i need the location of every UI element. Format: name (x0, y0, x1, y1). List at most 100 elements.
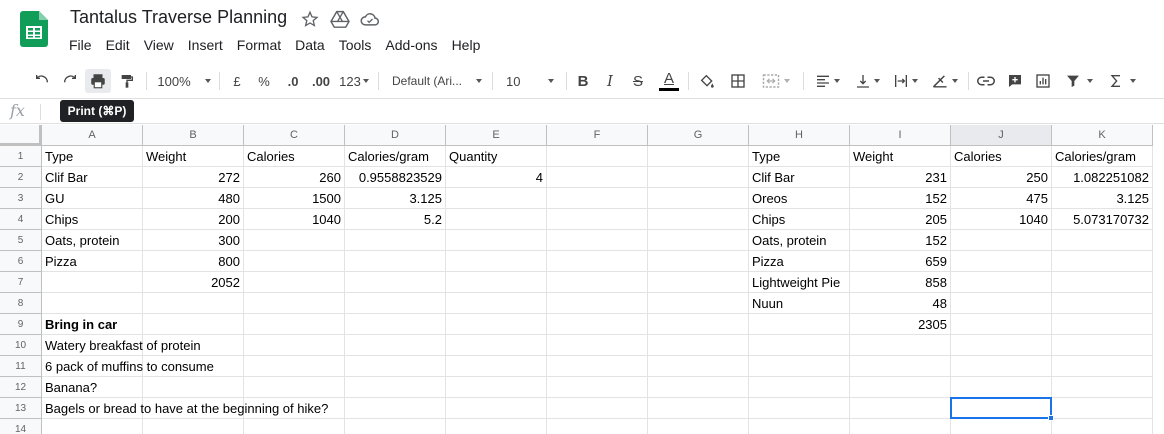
cell-c3[interactable]: 1500 (244, 188, 345, 209)
cell-a11[interactable]: 6 pack of muffins to consume (42, 356, 214, 377)
cell-i4[interactable]: 205 (850, 209, 951, 230)
cell-a14[interactable] (42, 419, 143, 434)
cell-a13[interactable]: Bagels or bread to have at the beginning… (42, 398, 328, 419)
cell-a8[interactable] (42, 293, 143, 314)
cell-f2[interactable] (547, 167, 648, 188)
redo-button[interactable] (58, 69, 82, 93)
menu-format[interactable]: Format (230, 36, 288, 54)
cell-e1[interactable]: Quantity (446, 146, 547, 167)
cell-i8[interactable]: 48 (850, 293, 951, 314)
cell-d4[interactable]: 5.2 (345, 209, 446, 230)
column-header-e[interactable]: E (446, 125, 547, 146)
row-header-13[interactable]: 13 (0, 398, 42, 419)
menu-add-ons[interactable]: Add-ons (378, 36, 444, 54)
zoom-select[interactable]: 100% (155, 69, 213, 93)
undo-button[interactable] (30, 69, 54, 93)
cell-b2[interactable]: 272 (143, 167, 244, 188)
format-currency-button[interactable]: £ (227, 69, 247, 93)
more-formats-select[interactable]: 123 (337, 69, 371, 93)
cell-d11[interactable] (345, 356, 446, 377)
cell-d10[interactable] (345, 335, 446, 356)
cell-e12[interactable] (446, 377, 547, 398)
cell-b9[interactable] (143, 314, 244, 335)
cell-c7[interactable] (244, 272, 345, 293)
row-header-9[interactable]: 9 (0, 314, 42, 335)
cell-j5[interactable] (951, 230, 1052, 251)
row-header-6[interactable]: 6 (0, 251, 42, 272)
cell-g2[interactable] (648, 167, 749, 188)
cell-k6[interactable] (1052, 251, 1153, 272)
document-title[interactable]: Tantalus Traverse Planning (70, 7, 287, 28)
cell-a2[interactable]: Clif Bar (42, 167, 143, 188)
cell-d2[interactable]: 0.9558823529 (345, 167, 446, 188)
cell-f7[interactable] (547, 272, 648, 293)
cell-b4[interactable]: 200 (143, 209, 244, 230)
cell-h8[interactable]: Nuun (749, 293, 850, 314)
cell-i2[interactable]: 231 (850, 167, 951, 188)
text-wrapping-button[interactable] (888, 69, 922, 93)
cell-a5[interactable]: Oats, protein (42, 230, 143, 251)
column-header-d[interactable]: D (345, 125, 446, 146)
cell-g11[interactable] (648, 356, 749, 377)
cell-i6[interactable]: 659 (850, 251, 951, 272)
cell-h10[interactable] (749, 335, 850, 356)
cell-g14[interactable] (648, 419, 749, 434)
cell-e8[interactable] (446, 293, 547, 314)
column-header-c[interactable]: C (244, 125, 345, 146)
cell-c4[interactable]: 1040 (244, 209, 345, 230)
cell-k4[interactable]: 5.073170732 (1052, 209, 1153, 230)
cell-e9[interactable] (446, 314, 547, 335)
insert-comment-button[interactable] (1004, 69, 1026, 93)
cell-j8[interactable] (951, 293, 1052, 314)
move-to-drive-icon[interactable] (330, 9, 350, 29)
cell-d1[interactable]: Calories/gram (345, 146, 446, 167)
column-header-g[interactable]: G (648, 125, 749, 146)
star-icon[interactable] (300, 9, 320, 29)
fill-color-button[interactable] (696, 69, 718, 93)
cell-d13[interactable] (345, 398, 446, 419)
column-header-h[interactable]: H (749, 125, 850, 146)
sheets-logo-icon[interactable] (20, 11, 48, 47)
functions-button[interactable] (1104, 69, 1140, 93)
cell-a4[interactable]: Chips (42, 209, 143, 230)
cell-e7[interactable] (446, 272, 547, 293)
cell-j7[interactable] (951, 272, 1052, 293)
cell-a7[interactable] (42, 272, 143, 293)
column-header-j[interactable]: J (951, 125, 1052, 146)
cell-g5[interactable] (648, 230, 749, 251)
cell-c10[interactable] (244, 335, 345, 356)
cell-g1[interactable] (648, 146, 749, 167)
cell-k7[interactable] (1052, 272, 1153, 293)
cell-b1[interactable]: Weight (143, 146, 244, 167)
cell-h14[interactable] (749, 419, 850, 434)
cell-e4[interactable] (446, 209, 547, 230)
cell-i14[interactable] (850, 419, 951, 434)
vertical-align-button[interactable] (850, 69, 884, 93)
cell-h9[interactable] (749, 314, 850, 335)
cell-i5[interactable]: 152 (850, 230, 951, 251)
cell-e2[interactable]: 4 (446, 167, 547, 188)
cell-i3[interactable]: 152 (850, 188, 951, 209)
cell-k2[interactable]: 1.082251082 (1052, 167, 1153, 188)
cell-h6[interactable]: Pizza (749, 251, 850, 272)
cell-j1[interactable]: Calories (951, 146, 1052, 167)
cell-j6[interactable] (951, 251, 1052, 272)
cell-g3[interactable] (648, 188, 749, 209)
cell-a9[interactable]: Bring in car (42, 314, 143, 335)
cell-a12[interactable]: Banana? (42, 377, 143, 398)
cell-j12[interactable] (951, 377, 1052, 398)
row-header-11[interactable]: 11 (0, 356, 42, 377)
menu-help[interactable]: Help (445, 36, 488, 54)
row-header-14[interactable]: 14 (0, 419, 42, 434)
font-family-select[interactable]: Default (Ari... (388, 69, 486, 93)
cell-d3[interactable]: 3.125 (345, 188, 446, 209)
menu-data[interactable]: Data (288, 36, 332, 54)
row-header-3[interactable]: 3 (0, 188, 42, 209)
cell-j9[interactable] (951, 314, 1052, 335)
cell-f3[interactable] (547, 188, 648, 209)
row-header-7[interactable]: 7 (0, 272, 42, 293)
cell-i10[interactable] (850, 335, 951, 356)
decrease-decimal-button[interactable]: .0 (282, 69, 304, 93)
column-header-i[interactable]: I (850, 125, 951, 146)
cell-k5[interactable] (1052, 230, 1153, 251)
